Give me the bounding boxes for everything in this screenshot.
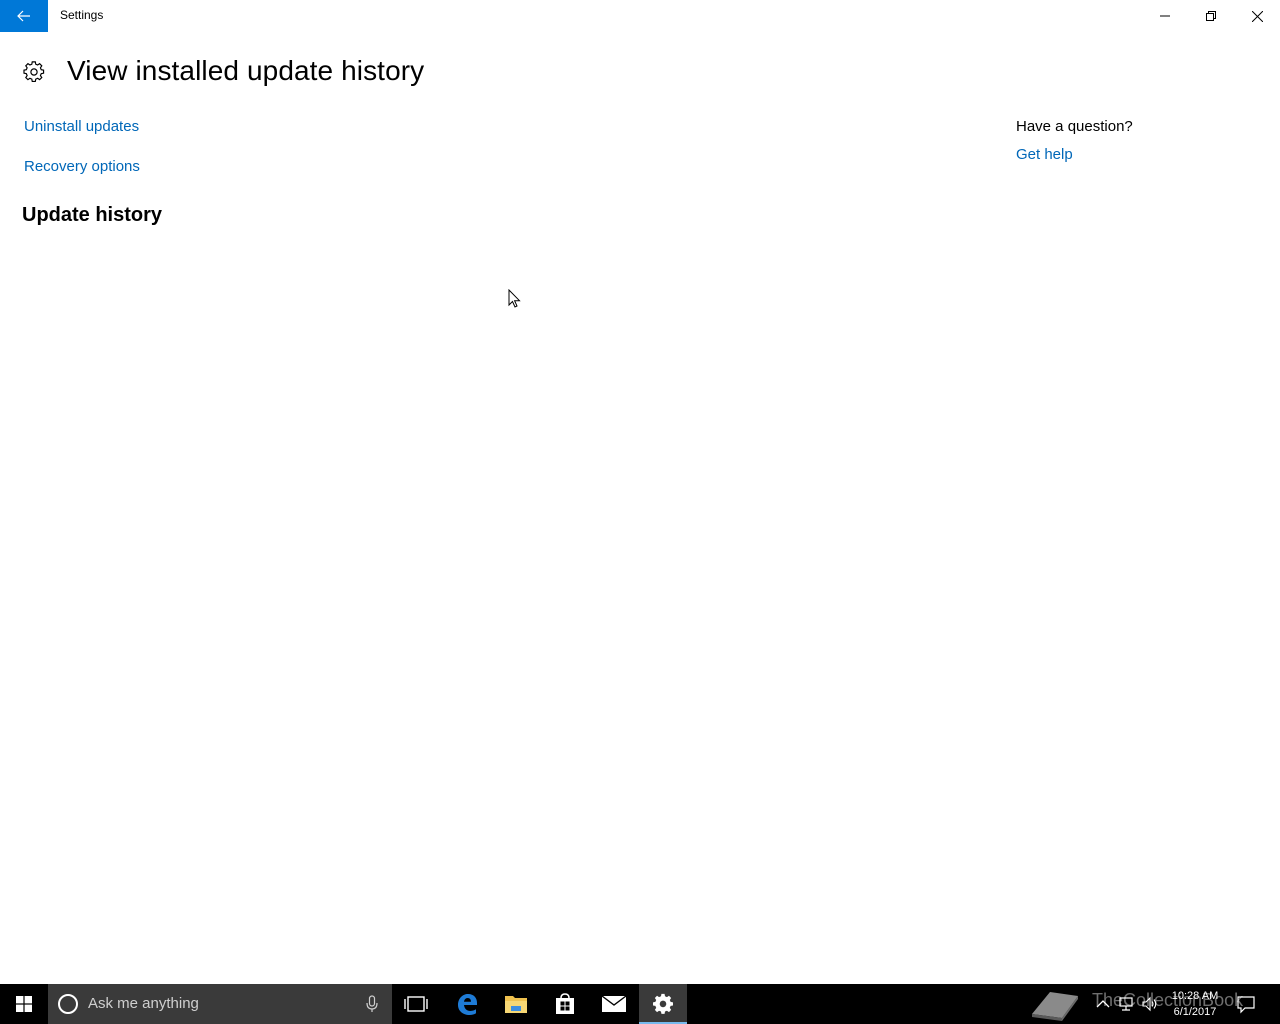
recovery-options-link[interactable]: Recovery options — [24, 158, 140, 175]
clock-time: 10:28 AM — [1171, 990, 1219, 1002]
back-button[interactable] — [0, 0, 48, 32]
close-button[interactable] — [1234, 0, 1280, 32]
mouse-pointer-icon — [508, 289, 521, 308]
title-bar: Settings — [0, 0, 1280, 32]
action-center-icon[interactable] — [1236, 994, 1256, 1014]
restore-icon — [1206, 11, 1216, 21]
network-icon[interactable] — [1117, 995, 1135, 1013]
help-question: Have a question? — [1016, 118, 1133, 135]
cortana-search-box[interactable]: Ask me anything — [48, 984, 392, 1024]
mail-button[interactable] — [590, 984, 638, 1024]
get-help-link[interactable]: Get help — [1016, 146, 1073, 163]
store-button[interactable] — [541, 984, 589, 1024]
task-view-icon — [404, 996, 428, 1012]
edge-icon — [458, 994, 477, 1015]
show-hidden-icons-icon[interactable] — [1094, 995, 1112, 1013]
settings-taskbar-button[interactable] — [639, 984, 687, 1024]
update-history-heading: Update history — [22, 204, 163, 226]
taskbar: Ask me anything TheCollectionBook 10:28 … — [0, 984, 1280, 1024]
gear-icon — [23, 61, 45, 83]
restore-button[interactable] — [1188, 0, 1234, 32]
windows-logo-icon — [16, 996, 32, 1012]
cortana-icon — [58, 994, 78, 1014]
store-icon — [556, 993, 574, 1014]
mail-icon — [601, 995, 627, 1012]
start-button[interactable] — [0, 984, 48, 1024]
edge-button[interactable] — [443, 984, 491, 1024]
minimize-icon — [1160, 15, 1170, 17]
watermark-book-logo — [1032, 992, 1078, 1021]
minimize-button[interactable] — [1142, 0, 1188, 32]
file-explorer-button[interactable] — [492, 984, 540, 1024]
microphone-icon[interactable] — [362, 994, 382, 1014]
search-placeholder: Ask me anything — [88, 995, 199, 1012]
settings-icon — [653, 993, 673, 1014]
taskbar-clock[interactable]: 10:28 AM 6/1/2017 — [1166, 988, 1224, 1020]
clock-date: 6/1/2017 — [1173, 1006, 1217, 1018]
task-view-button[interactable] — [392, 984, 440, 1024]
window-title: Settings — [60, 8, 104, 22]
close-icon — [1251, 10, 1263, 22]
volume-icon[interactable] — [1141, 995, 1159, 1013]
file-explorer-icon — [505, 996, 527, 1013]
page-title: View installed update history — [67, 55, 425, 86]
uninstall-updates-link[interactable]: Uninstall updates — [24, 118, 139, 135]
back-arrow-icon — [17, 10, 30, 22]
